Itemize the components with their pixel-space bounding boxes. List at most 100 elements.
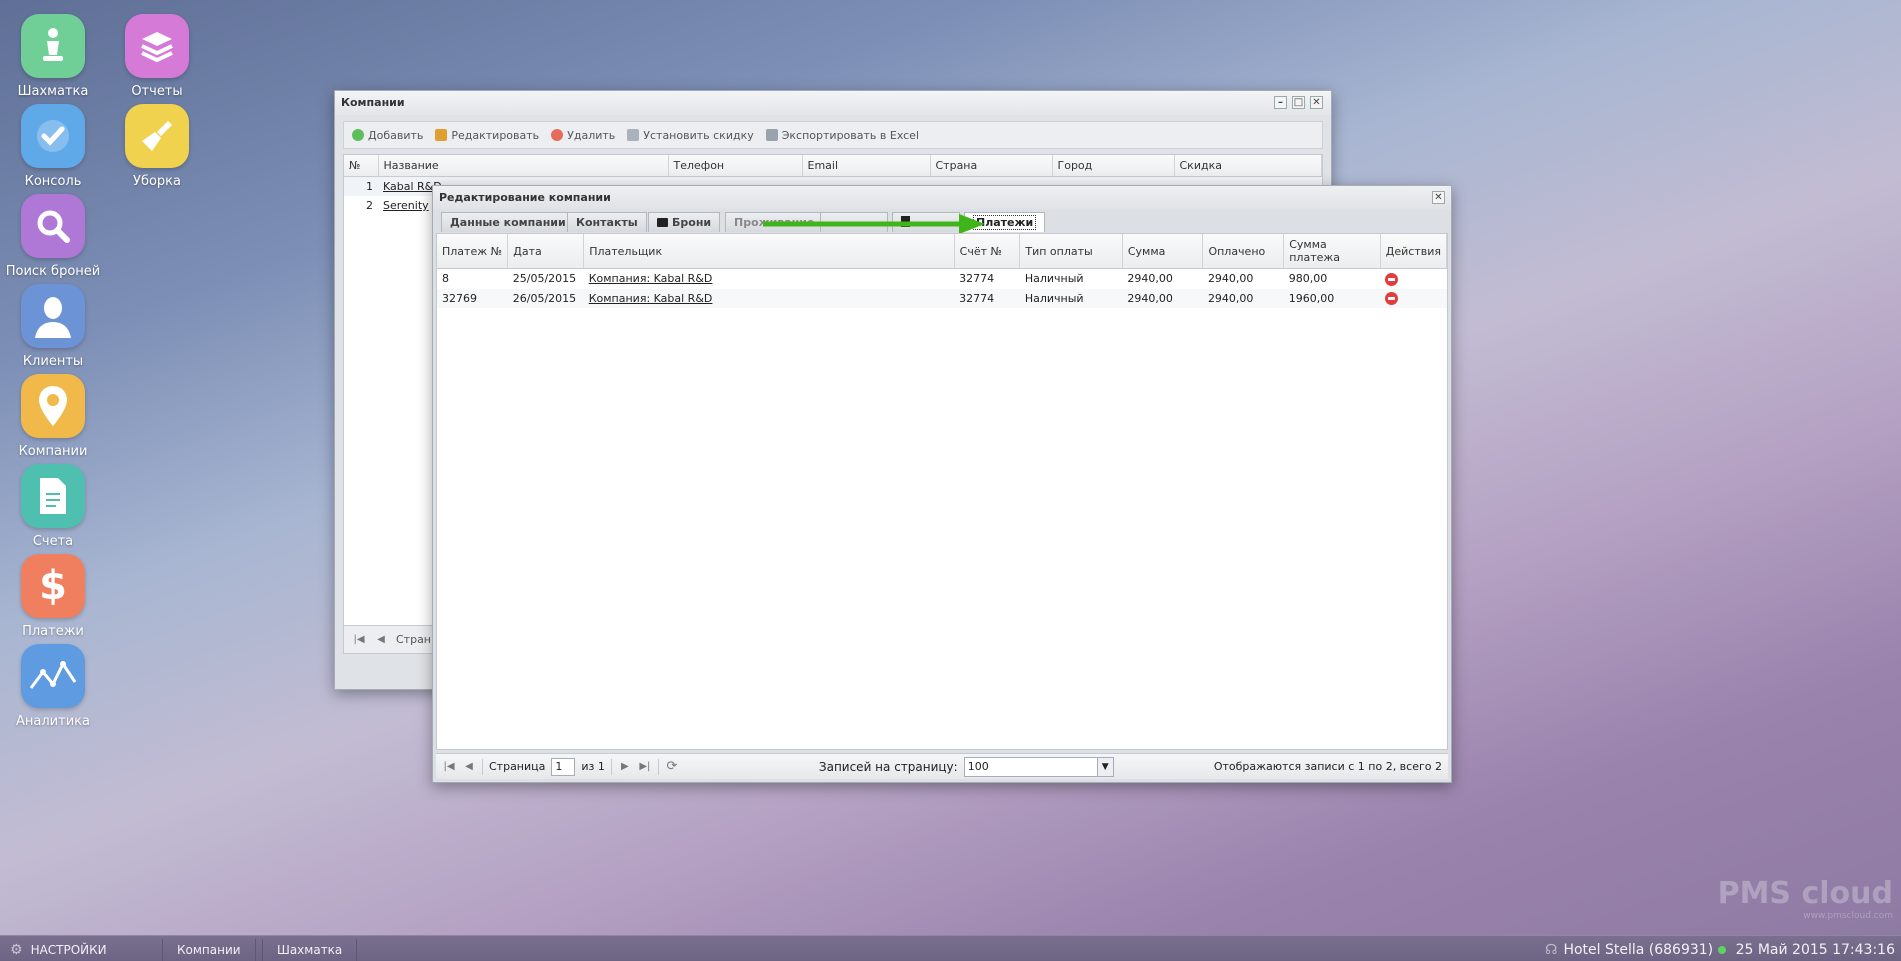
refresh-icon[interactable]: ⟳	[665, 759, 679, 774]
payment-paid: 2940,00	[1207, 272, 1254, 286]
desktop-icon-booking-search[interactable]: Поиск броней	[3, 194, 103, 279]
desktop-icon-reports[interactable]: Отчеты	[107, 14, 207, 99]
desktop-icon-label: Счета	[32, 534, 74, 549]
watermark-url: www.pmscloud.com	[1803, 911, 1893, 921]
payer-link[interactable]: Компания: Kabal R&D	[584, 289, 954, 309]
hotel-info[interactable]: ☊ Hotel Stella (686931)	[1545, 939, 1713, 961]
col-header-paid[interactable]: Оплачено	[1202, 234, 1285, 269]
col-header-payment-id[interactable]: Платеж №	[437, 234, 509, 269]
desktop-icon-invoices[interactable]: Счета	[3, 464, 103, 549]
payer-name[interactable]: Компания: Kabal R&D	[589, 292, 713, 305]
hotel-name: Hotel Stella (686931)	[1563, 942, 1714, 958]
delete-icon[interactable]	[1385, 292, 1399, 305]
export-label: Экспортировать в Excel	[781, 128, 920, 142]
close-button[interactable]: ✕	[1432, 191, 1445, 204]
edit-company-window: Редактирование компании ✕ Данные компани…	[432, 185, 1452, 783]
payment-type: Наличный	[1024, 291, 1084, 305]
payment-total: 2940,00	[1127, 291, 1173, 305]
page-label: Страница	[489, 760, 546, 773]
col-header-name[interactable]: Название	[378, 155, 669, 177]
watermark: PMS cloud www.pmscloud.com	[1718, 876, 1893, 921]
delete-icon[interactable]	[1385, 272, 1399, 286]
records-summary: Отображаются записи с 1 по 2, всего 2	[1213, 760, 1442, 773]
window-title-bar[interactable]: Компании – □ ✕	[335, 91, 1331, 115]
table-row[interactable]: 8 25/05/2015 Компания: Kabal R&D 32774 Н…	[437, 269, 1447, 289]
settings-button[interactable]: ⚙ НАСТРОЙКИ	[10, 939, 107, 961]
col-header-email[interactable]: Email	[802, 155, 931, 177]
briefcase-icon	[657, 218, 668, 227]
discount-icon	[627, 129, 640, 141]
page-input[interactable]: 1	[551, 757, 576, 776]
tab-bookings[interactable]: Брони	[648, 212, 721, 232]
tab-contacts[interactable]: Контакты	[567, 212, 647, 232]
desktop-icon-label: Компании	[18, 444, 88, 459]
col-header-discount[interactable]: Скидка	[1174, 155, 1322, 177]
first-page-button[interactable]: |◀	[352, 633, 366, 647]
col-header-date[interactable]: Дата	[507, 234, 585, 269]
first-page-button[interactable]: |◀	[442, 760, 456, 774]
tab-bookings-label: Брони	[672, 216, 712, 229]
payer-link[interactable]: Компания: Kabal R&D	[584, 269, 954, 289]
payment-date: 26/05/2015	[512, 291, 577, 305]
payer-name[interactable]: Компания: Kabal R&D	[589, 272, 713, 285]
tab-company-data[interactable]: Данные компании	[441, 212, 575, 232]
col-header-country[interactable]: Страна	[930, 155, 1053, 177]
table-row[interactable]: 32769 26/05/2015 Компания: Kabal R&D 327…	[437, 288, 1447, 309]
payment-date: 25/05/2015	[512, 272, 577, 286]
set-discount-button[interactable]: Установить скидку	[627, 128, 754, 142]
row-num: 1	[366, 180, 373, 193]
companies-toolbar: Добавить Редактировать Удалить Установит…	[343, 121, 1323, 149]
per-page-select[interactable]: 100 ▼	[963, 756, 1114, 777]
window-title-bar[interactable]: Редактирование компании ✕	[433, 186, 1451, 210]
desktop-icon-clients[interactable]: Клиенты	[3, 284, 103, 369]
stack-icon	[125, 14, 189, 78]
desktop-icon-companies[interactable]: Компании	[3, 374, 103, 459]
payment-type: Наличный	[1024, 272, 1084, 286]
location-pin-icon	[21, 374, 85, 438]
desktop-icon-label: Платежи	[22, 624, 84, 639]
desktop-icon-payments[interactable]: $ Платежи	[3, 554, 103, 639]
gear-icon: ⚙	[10, 942, 23, 958]
desktop-icon-analytics[interactable]: Аналитика	[3, 644, 103, 729]
close-button[interactable]: ✕	[1310, 96, 1323, 109]
magnifier-icon	[21, 194, 85, 258]
desktop-icon-console[interactable]: Консоль	[3, 104, 103, 189]
delete-button[interactable]: Удалить	[551, 129, 615, 142]
task-companies[interactable]: Компании	[162, 939, 256, 961]
prev-page-button[interactable]: ◀	[462, 760, 476, 774]
prev-page-button[interactable]: ◀	[374, 633, 388, 647]
task-chess[interactable]: Шахматка	[262, 939, 358, 961]
minimize-button[interactable]: –	[1274, 96, 1287, 109]
col-header-payment-sum[interactable]: Сумма платежа	[1283, 234, 1381, 269]
desktop-icon-cleaning[interactable]: Уборка	[107, 104, 207, 189]
invoice-number: 32774	[959, 291, 995, 305]
edit-button[interactable]: Редактировать	[435, 129, 539, 142]
col-header-num[interactable]: №	[344, 155, 379, 177]
window-title: Компании	[341, 96, 405, 109]
col-header-payer[interactable]: Плательщик	[583, 234, 955, 269]
watermark-brand: PMS cloud	[1717, 876, 1893, 911]
discount-label: Установить скидку	[643, 128, 754, 142]
col-header-payment-type[interactable]: Тип оплаты	[1019, 234, 1123, 269]
last-page-button[interactable]: ▶|	[638, 760, 652, 774]
export-excel-button[interactable]: Экспортировать в Excel	[765, 128, 920, 142]
desktop-icon-label: Уборка	[133, 174, 181, 189]
company-name[interactable]: Serenity	[383, 199, 429, 212]
col-header-actions: Действия	[1380, 234, 1448, 269]
chevron-down-icon[interactable]: ▼	[1096, 757, 1113, 776]
add-button[interactable]: Добавить	[352, 129, 423, 142]
col-header-invoice[interactable]: Счёт №	[954, 234, 1021, 269]
col-header-city[interactable]: Город	[1052, 155, 1175, 177]
invoice-number: 32774	[959, 272, 995, 286]
next-page-button[interactable]: ▶	[618, 760, 632, 774]
maximize-button[interactable]: □	[1292, 96, 1305, 109]
window-title: Редактирование компании	[439, 191, 611, 204]
col-header-sum[interactable]: Сумма	[1122, 234, 1204, 269]
page-of-label: из 1	[581, 760, 605, 773]
payment-amount: 1960,00	[1288, 291, 1335, 305]
plus-icon	[352, 129, 364, 141]
desktop-icon-chess[interactable]: Шахматка	[3, 14, 103, 99]
line-chart-icon	[21, 644, 85, 708]
add-label: Добавить	[368, 128, 424, 142]
col-header-phone[interactable]: Телефон	[668, 155, 803, 177]
